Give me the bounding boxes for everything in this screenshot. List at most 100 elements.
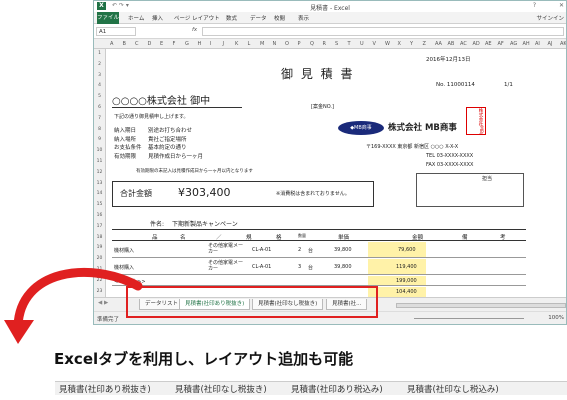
column-header[interactable]: AK bbox=[560, 41, 566, 47]
sheet-tabs-zoom-strip: 見積書(社印あり税抜き) 見積書(社印なし税抜き) 見積書(社印あり税込み) 見… bbox=[55, 381, 567, 395]
column-header[interactable]: E bbox=[160, 41, 163, 47]
tab-insert[interactable]: 挿入 bbox=[152, 14, 163, 22]
column-header[interactable]: O bbox=[285, 41, 289, 47]
doc-number: No. 11000114 bbox=[436, 82, 475, 88]
column-header[interactable]: R bbox=[323, 41, 326, 47]
horizontal-scrollbar[interactable] bbox=[396, 303, 566, 308]
column-header[interactable]: C bbox=[135, 41, 139, 47]
approval-label: 担当 bbox=[482, 176, 493, 182]
validity-note: 有効期限の末記入は見積作成日から一ヶ月以内となります bbox=[136, 169, 253, 174]
column-header[interactable]: L bbox=[248, 41, 251, 47]
column-header[interactable]: AF bbox=[498, 41, 504, 47]
zoom-level[interactable]: 100% bbox=[548, 315, 564, 321]
sheet-tab-zoom-1[interactable]: 見積書(社印あり税抜き) bbox=[59, 383, 151, 395]
column-header[interactable]: AE bbox=[485, 41, 492, 47]
tax-note: ※消費税は含まれておりません。 bbox=[276, 191, 350, 197]
approval-box bbox=[416, 173, 524, 207]
row-header[interactable]: 14 bbox=[94, 189, 105, 200]
column-header[interactable]: AA bbox=[435, 41, 442, 47]
close-icon[interactable]: ✕ bbox=[559, 2, 564, 9]
row-header[interactable]: 15 bbox=[94, 200, 105, 211]
callout-highlight-box bbox=[126, 286, 378, 318]
column-header[interactable]: J bbox=[223, 41, 224, 47]
tab-page-layout[interactable]: ページ レイアウト bbox=[174, 14, 220, 22]
title-bar: X ↶ ↷ ▾ 見積書 - Excel ? ✕ bbox=[94, 1, 566, 12]
items-table-header: 品 名 ／ 規 格 数量 単価 金額 備 考 bbox=[112, 229, 526, 241]
help-icon[interactable]: ? bbox=[533, 2, 536, 9]
row-header[interactable]: 19 bbox=[94, 243, 105, 254]
column-header[interactable]: S bbox=[335, 41, 338, 47]
column-header[interactable]: F bbox=[173, 41, 176, 47]
company-fax: FAX 03-XXXX-XXXX bbox=[426, 162, 474, 168]
tab-file[interactable]: ファイル bbox=[97, 12, 119, 24]
row-header[interactable]: 11 bbox=[94, 157, 105, 168]
column-header[interactable]: A bbox=[110, 41, 113, 47]
row-headers: 1 2 3 4 5 6 7 8 9 10 11 12 13 14 15 16 17 18 19 20 21 22 23 bbox=[94, 49, 106, 297]
tab-view[interactable]: 表示 bbox=[298, 14, 309, 22]
row-header[interactable]: 12 bbox=[94, 168, 105, 179]
case-no: [案金NO.] bbox=[311, 104, 334, 110]
row-header[interactable]: 10 bbox=[94, 146, 105, 157]
column-header[interactable]: X bbox=[398, 41, 401, 47]
row-header[interactable]: 7 bbox=[94, 114, 105, 125]
column-header[interactable]: H bbox=[198, 41, 202, 47]
formula-input[interactable] bbox=[202, 27, 564, 36]
column-header[interactable]: AG bbox=[510, 41, 517, 47]
column-header[interactable]: AC bbox=[460, 41, 467, 47]
sheet-tab-zoom-4[interactable]: 見積書(社印なし税込み) bbox=[407, 383, 499, 395]
subject-label: 件名: bbox=[150, 221, 165, 228]
tab-data[interactable]: データ bbox=[250, 14, 267, 22]
row-header[interactable]: 4 bbox=[94, 81, 105, 92]
sheet-tab-zoom-2[interactable]: 見積書(社印なし税抜き) bbox=[175, 383, 267, 395]
table-row[interactable]: 機材購入 その他家電メーカー CL-A-01 3 台 39,800 119,40… bbox=[112, 259, 526, 275]
zoom-slider[interactable] bbox=[414, 318, 524, 319]
name-box[interactable]: A1 bbox=[96, 27, 136, 36]
column-header[interactable]: D bbox=[148, 41, 152, 47]
tab-home[interactable]: ホーム bbox=[128, 14, 144, 22]
column-header[interactable]: B bbox=[123, 41, 126, 47]
curved-arrow-icon bbox=[4, 267, 143, 344]
column-header[interactable]: AH bbox=[523, 41, 530, 47]
column-header[interactable]: I bbox=[210, 41, 211, 47]
column-header[interactable]: Z bbox=[423, 41, 426, 47]
column-header[interactable]: Q bbox=[310, 41, 314, 47]
column-header[interactable]: T bbox=[348, 41, 351, 47]
column-header[interactable]: AI bbox=[535, 41, 540, 47]
signin-link[interactable]: サインイン bbox=[536, 14, 564, 22]
column-header[interactable]: N bbox=[273, 41, 277, 47]
column-header[interactable]: U bbox=[360, 41, 364, 47]
column-header[interactable]: W bbox=[385, 41, 390, 47]
total-value: ¥303,400 bbox=[178, 186, 231, 199]
doc-date: 2016年12月13日 bbox=[426, 57, 471, 63]
column-header[interactable]: G bbox=[185, 41, 189, 47]
column-header[interactable]: AD bbox=[473, 41, 480, 47]
fx-icon[interactable]: fx bbox=[192, 27, 197, 33]
ribbon-tabs: ファイル ホーム 挿入 ページ レイアウト 数式 データ 校閲 表示 サインイン bbox=[94, 12, 566, 24]
worksheet-grid[interactable]: 2016年12月13日 御 見 積 書 No. 11000114 1/1 ○○○… bbox=[106, 49, 566, 297]
row-header[interactable]: 2 bbox=[94, 60, 105, 71]
row-header[interactable]: 16 bbox=[94, 211, 105, 222]
column-header[interactable]: AJ bbox=[548, 41, 553, 47]
column-header[interactable]: M bbox=[260, 41, 264, 47]
row-header[interactable]: 17 bbox=[94, 222, 105, 233]
row-header[interactable]: 6 bbox=[94, 103, 105, 114]
row-header[interactable]: 9 bbox=[94, 135, 105, 146]
row-header[interactable]: 13 bbox=[94, 179, 105, 190]
company-tel: TEL 03-XXXX-XXXX bbox=[426, 153, 474, 159]
row-header[interactable]: 3 bbox=[94, 71, 105, 82]
column-header[interactable]: V bbox=[373, 41, 376, 47]
tab-review[interactable]: 校閲 bbox=[274, 14, 285, 22]
row-header[interactable]: 18 bbox=[94, 233, 105, 244]
sheet-tab-zoom-3[interactable]: 見積書(社印あり税込み) bbox=[291, 383, 383, 395]
column-header[interactable]: P bbox=[298, 41, 301, 47]
column-header[interactable]: K bbox=[235, 41, 238, 47]
tab-formulas[interactable]: 数式 bbox=[226, 14, 237, 22]
table-row[interactable]: 機材購入 その他家電メーカー CL-A-01 2 台 39,800 79,600 bbox=[112, 242, 526, 258]
row-header[interactable]: 5 bbox=[94, 92, 105, 103]
row-header[interactable]: 8 bbox=[94, 125, 105, 136]
formula-bar: A1 fx bbox=[94, 24, 566, 39]
column-header[interactable]: AB bbox=[448, 41, 455, 47]
customer-name: ○○○○株式会社 御中 bbox=[112, 92, 242, 108]
column-header[interactable]: Y bbox=[410, 41, 413, 47]
row-header[interactable]: 1 bbox=[94, 49, 105, 60]
